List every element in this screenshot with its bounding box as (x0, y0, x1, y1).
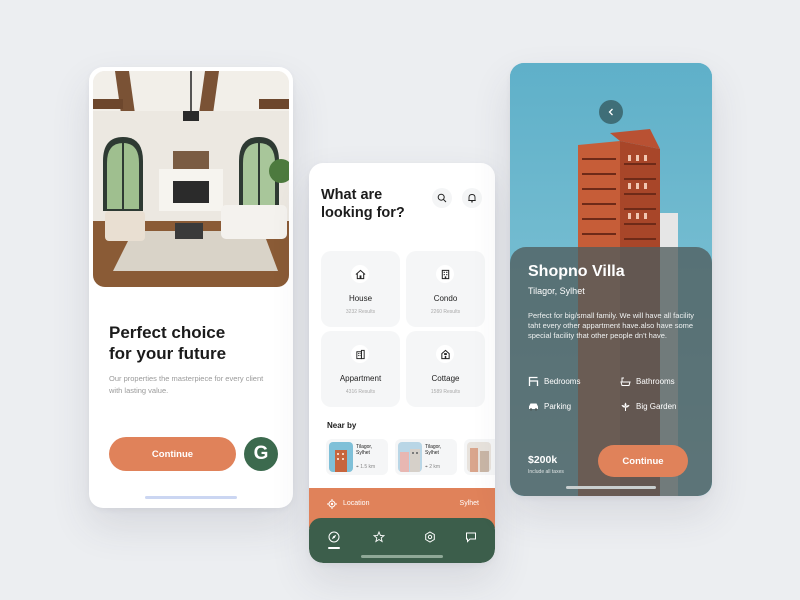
property-thumbnail (467, 442, 491, 472)
target-icon (327, 499, 337, 509)
category-count: 2260 Results (430, 309, 461, 315)
category-condo[interactable]: Condo 2260 Results (406, 251, 485, 327)
near-by-distance-value: 1.5 km (360, 464, 376, 470)
tab-messages[interactable] (465, 530, 477, 543)
compass-icon (328, 531, 340, 543)
onboarding-screen: Perfect choice for your future Our prope… (89, 67, 293, 508)
amenity-bedrooms: Bedrooms (528, 376, 580, 387)
near-by-name: Tilagor, Sylhet (356, 444, 373, 456)
tab-settings[interactable] (424, 530, 436, 543)
category-cottage[interactable]: Cottage 1589 Results (406, 331, 485, 407)
title-line-1: Perfect choice (109, 323, 226, 342)
near-by-card[interactable]: Tilagor, Sylhet ⌖ 2 km (395, 439, 457, 475)
house-icon (351, 265, 369, 283)
property-description: Perfect for big/small family. We will ha… (528, 311, 695, 340)
bed-icon (528, 376, 539, 386)
amenity-garden: Big Garden (620, 401, 676, 412)
chevron-left-icon (608, 108, 613, 116)
cottage-icon (436, 345, 454, 363)
category-count: 3232 Results (345, 309, 376, 315)
category-name: Condo (433, 294, 458, 303)
category-name: Cottage (431, 374, 460, 383)
chat-icon (466, 532, 476, 543)
apartment-icon (351, 345, 369, 363)
near-by-distance-value: 2 km (429, 464, 441, 470)
property-thumbnail (398, 442, 422, 472)
search-icon (437, 193, 447, 203)
near-by-distance: ⌖ 1.5 km (356, 464, 375, 470)
page-title: What are looking for? (321, 186, 431, 222)
property-thumbnail (329, 442, 353, 472)
flower-icon (621, 402, 630, 411)
category-count: 1589 Results (430, 389, 461, 395)
back-button[interactable] (599, 100, 623, 124)
details-screen: Shopno Villa Tilagor, Sylhet Perfect for… (510, 63, 712, 496)
continue-button[interactable]: Continue (598, 445, 688, 477)
price: $200k (528, 454, 558, 466)
location-label: Location (343, 500, 370, 507)
category-house[interactable]: House 3232 Results (321, 251, 400, 327)
details-panel: Shopno Villa Tilagor, Sylhet Perfect for… (510, 247, 712, 496)
notification-button[interactable] (462, 188, 482, 208)
near-by-distance: ⌖ 2 km (425, 464, 440, 470)
subtitle: Our properties the masterpiece for every… (109, 374, 264, 395)
bell-icon (468, 194, 476, 203)
settings-icon (425, 531, 435, 543)
near-by-card[interactable]: Tilagor, Sylhet ⌖ 1.5 km (326, 439, 388, 475)
amenity-label: Parking (544, 402, 572, 411)
continue-button[interactable]: Continue (109, 437, 236, 471)
building-icon (436, 265, 454, 283)
google-icon: G (253, 443, 269, 464)
location-value: Sylhet (459, 500, 479, 507)
property-title: Shopno Villa (528, 263, 625, 280)
amenity-label: Big Garden (636, 402, 677, 411)
search-button[interactable] (432, 188, 452, 208)
category-name: Appartment (339, 374, 382, 383)
tab-explore[interactable] (328, 530, 340, 543)
home-indicator (361, 555, 443, 558)
search-screen: What are looking for? House 3232 Results… (309, 163, 495, 563)
near-by-name: Tilagor, Sylhet (425, 444, 442, 456)
tab-favorites[interactable] (372, 530, 386, 543)
amenity-bathrooms: Bathrooms (620, 376, 675, 387)
price-note: Include all taxes (528, 469, 564, 475)
category-name: House (348, 294, 373, 303)
near-by-heading: Near by (327, 421, 357, 430)
active-tab-indicator (328, 547, 340, 549)
title-line-1: What are (321, 187, 383, 203)
amenity-label: Bathrooms (636, 377, 675, 386)
amenity-label: Bedrooms (544, 377, 581, 386)
category-count: 4316 Results (345, 389, 376, 395)
bathtub-icon (620, 377, 631, 386)
category-appartment[interactable]: Appartment 4316 Results (321, 331, 400, 407)
near-by-card[interactable] (464, 439, 495, 475)
living-room-photo (93, 71, 289, 287)
google-signin-button[interactable]: G (244, 437, 278, 471)
star-icon (372, 530, 386, 543)
title-line-2: looking for? (321, 205, 405, 221)
home-indicator (145, 496, 237, 499)
car-icon (529, 403, 538, 411)
page-title: Perfect choice for your future (109, 322, 279, 364)
home-indicator (566, 486, 656, 489)
property-location: Tilagor, Sylhet (528, 286, 585, 296)
title-line-2: for your future (109, 344, 227, 363)
amenity-parking: Parking (528, 401, 571, 412)
